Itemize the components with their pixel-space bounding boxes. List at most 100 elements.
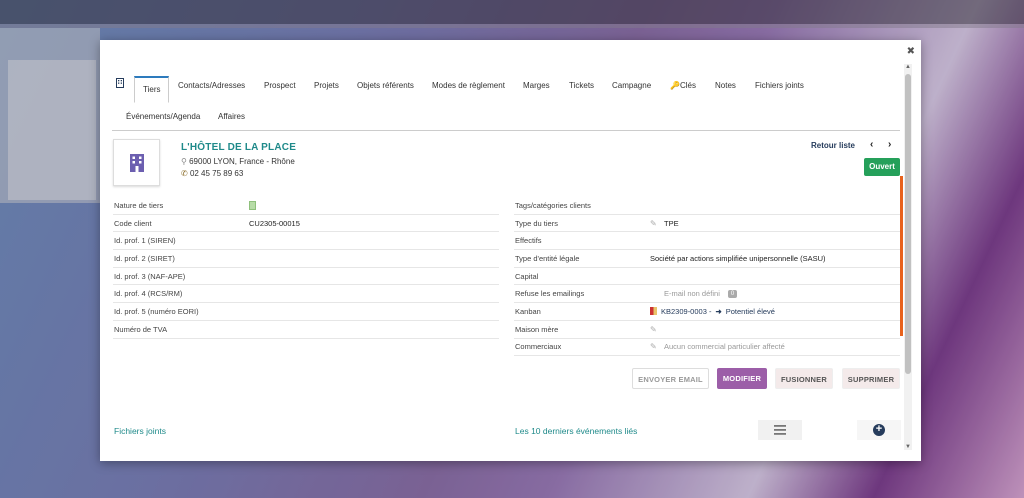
field-row: Kanban KB2309-0003 - ➜ Potentiel élevé xyxy=(514,303,900,321)
field-row: Maison mère ✎ xyxy=(514,321,900,339)
field-value: KB2309-0003 - ➜ Potentiel élevé xyxy=(650,307,900,316)
back-to-list-link[interactable]: Retour liste xyxy=(811,141,855,150)
merge-button[interactable]: FUSIONNER xyxy=(775,368,833,389)
field-row: Effectifs xyxy=(514,232,900,251)
kanban-link[interactable]: KB2309-0003 - xyxy=(661,307,711,316)
list-icon xyxy=(774,425,786,435)
field-label: Tags/catégories clients xyxy=(515,200,591,210)
field-value: E-mail non défini 0 xyxy=(650,289,900,298)
company-name: L'HÔTEL DE LA PLACE xyxy=(181,142,297,153)
pencil-icon[interactable]: ✎ xyxy=(650,342,660,351)
company-address: ⚲ 69000 LYON, France - Rhône xyxy=(181,157,295,166)
address-text: 69000 LYON, France - Rhône xyxy=(189,157,295,166)
field-row: Id. prof. 4 (RCS/RM) xyxy=(113,285,499,304)
field-value: ✎ xyxy=(650,325,900,334)
tab-marges[interactable]: Marges xyxy=(523,77,550,95)
field-label: Commerciaux xyxy=(515,342,562,352)
next-icon[interactable]: › xyxy=(888,139,891,150)
delete-button[interactable]: SUPPRIMER xyxy=(842,368,900,389)
field-row: Type du tiers ✎ TPE xyxy=(514,215,900,233)
field-value: Société par actions simplifiée uniperson… xyxy=(650,253,826,263)
field-label: Code client xyxy=(114,218,152,228)
field-row: Id. prof. 3 (NAF-APE) xyxy=(113,268,499,286)
count-badge: 0 xyxy=(727,289,738,298)
field-label: Capital xyxy=(515,271,539,281)
fields-left: Nature de tiers Code client CU2305-00015 … xyxy=(113,197,499,339)
tab-tickets[interactable]: Tickets xyxy=(569,77,594,95)
field-value: ✎ Aucun commercial particulier affecté xyxy=(650,342,900,351)
tab-prospect[interactable]: Prospect xyxy=(264,77,296,95)
tab-modes-reglement[interactable]: Modes de règlement xyxy=(432,77,505,95)
building-icon xyxy=(116,78,124,88)
field-row: Capital xyxy=(514,268,900,286)
pencil-icon[interactable]: ✎ xyxy=(650,219,660,228)
tab-bar: Tiers Contacts/Adresses Prospect Projets… xyxy=(112,76,900,131)
field-label: Effectifs xyxy=(515,236,542,246)
tab-evenements[interactable]: Événements/Agenda xyxy=(126,108,200,126)
field-label: Id. prof. 5 (numéro EORI) xyxy=(114,306,199,316)
pencil-icon[interactable]: ✎ xyxy=(650,325,660,334)
send-email-button[interactable]: ENVOYER EMAIL xyxy=(632,368,709,389)
add-event-button[interactable]: + xyxy=(857,420,901,440)
arrow-right-icon: ➜ xyxy=(715,306,722,316)
list-view-button[interactable] xyxy=(758,420,802,440)
field-value: ✎ TPE xyxy=(650,219,900,228)
field-row: Nature de tiers xyxy=(113,197,499,215)
field-value-text: Aucun commercial particulier affecté xyxy=(664,342,785,352)
field-label: Maison mère xyxy=(515,324,559,334)
field-label: Refuse les emailings xyxy=(515,289,585,299)
tab-objets-referents[interactable]: Objets référents xyxy=(357,77,414,95)
document-icon xyxy=(249,200,256,210)
field-label: Id. prof. 3 (NAF-APE) xyxy=(114,271,186,281)
key-icon: 🔑 xyxy=(670,81,680,90)
tab-cles[interactable]: 🔑Clés xyxy=(670,77,696,95)
close-icon[interactable]: ✖ xyxy=(907,46,915,57)
tab-tiers[interactable]: Tiers xyxy=(134,76,170,103)
building-icon xyxy=(129,153,144,172)
tab-cles-label: Clés xyxy=(679,81,696,90)
field-label: Nature de tiers xyxy=(114,200,164,210)
tab-building-icon[interactable] xyxy=(116,77,124,95)
latest-events-title[interactable]: Les 10 derniers événements liés xyxy=(515,426,637,436)
tab-campagne[interactable]: Campagne xyxy=(612,77,651,95)
phone-icon: ✆ xyxy=(181,169,188,178)
field-value xyxy=(249,200,499,210)
previous-icon[interactable]: ‹ xyxy=(870,139,873,150)
tab-notes[interactable]: Notes xyxy=(715,77,736,95)
company-logo xyxy=(113,139,160,186)
field-label: Id. prof. 1 (SIREN) xyxy=(114,236,176,246)
status-badge: Ouvert xyxy=(864,158,900,176)
field-row: Code client CU2305-00015 xyxy=(113,215,499,233)
field-row: Id. prof. 5 (numéro EORI) xyxy=(113,303,499,321)
field-row: Type d'entité légale Société par actions … xyxy=(514,250,900,268)
field-label: Kanban xyxy=(515,306,541,316)
field-label: Type d'entité légale xyxy=(515,253,580,263)
kanban-status-link[interactable]: Potentiel élevé xyxy=(726,307,775,316)
field-row: Commerciaux ✎ Aucun commercial particulier… xyxy=(514,339,900,357)
fields-right: Tags/catégories clients Type du tiers ✎ TP… xyxy=(514,197,900,357)
field-row: Id. prof. 1 (SIREN) xyxy=(113,232,499,251)
modify-button[interactable]: MODIFIER xyxy=(717,368,767,389)
field-value: CU2305-00015 xyxy=(249,218,300,228)
field-row: Tags/catégories clients xyxy=(514,197,900,215)
field-label: Id. prof. 4 (RCS/RM) xyxy=(114,289,183,299)
thirdparty-modal: ✖ Tiers Contacts/Adresses Prospect Proje… xyxy=(100,40,921,461)
scrollbar-thumb[interactable] xyxy=(905,74,911,374)
field-value-text: TPE xyxy=(664,218,679,228)
attached-files-title[interactable]: Fichiers joints xyxy=(114,426,166,436)
tab-fichiers-joints[interactable]: Fichiers joints xyxy=(755,77,804,95)
tab-projets[interactable]: Projets xyxy=(314,77,339,95)
field-label: Id. prof. 2 (SIRET) xyxy=(114,253,175,263)
tab-affaires[interactable]: Affaires xyxy=(218,108,245,126)
plus-circle-icon: + xyxy=(873,424,885,436)
scroll-up-icon[interactable]: ▲ xyxy=(905,64,911,70)
tab-contacts[interactable]: Contacts/Adresses xyxy=(178,77,245,95)
scroll-down-icon[interactable]: ▼ xyxy=(905,444,911,450)
scroll-indicator xyxy=(900,176,903,336)
field-row: Numéro de TVA xyxy=(113,321,499,339)
vertical-scrollbar[interactable]: ▲ ▼ xyxy=(904,64,912,450)
field-row: Refuse les emailings E-mail non défini 0 xyxy=(514,285,900,304)
map-marker-icon: ⚲ xyxy=(181,157,187,166)
company-phone[interactable]: ✆ 02 45 75 89 63 xyxy=(181,169,243,178)
field-label: Numéro de TVA xyxy=(114,324,168,334)
